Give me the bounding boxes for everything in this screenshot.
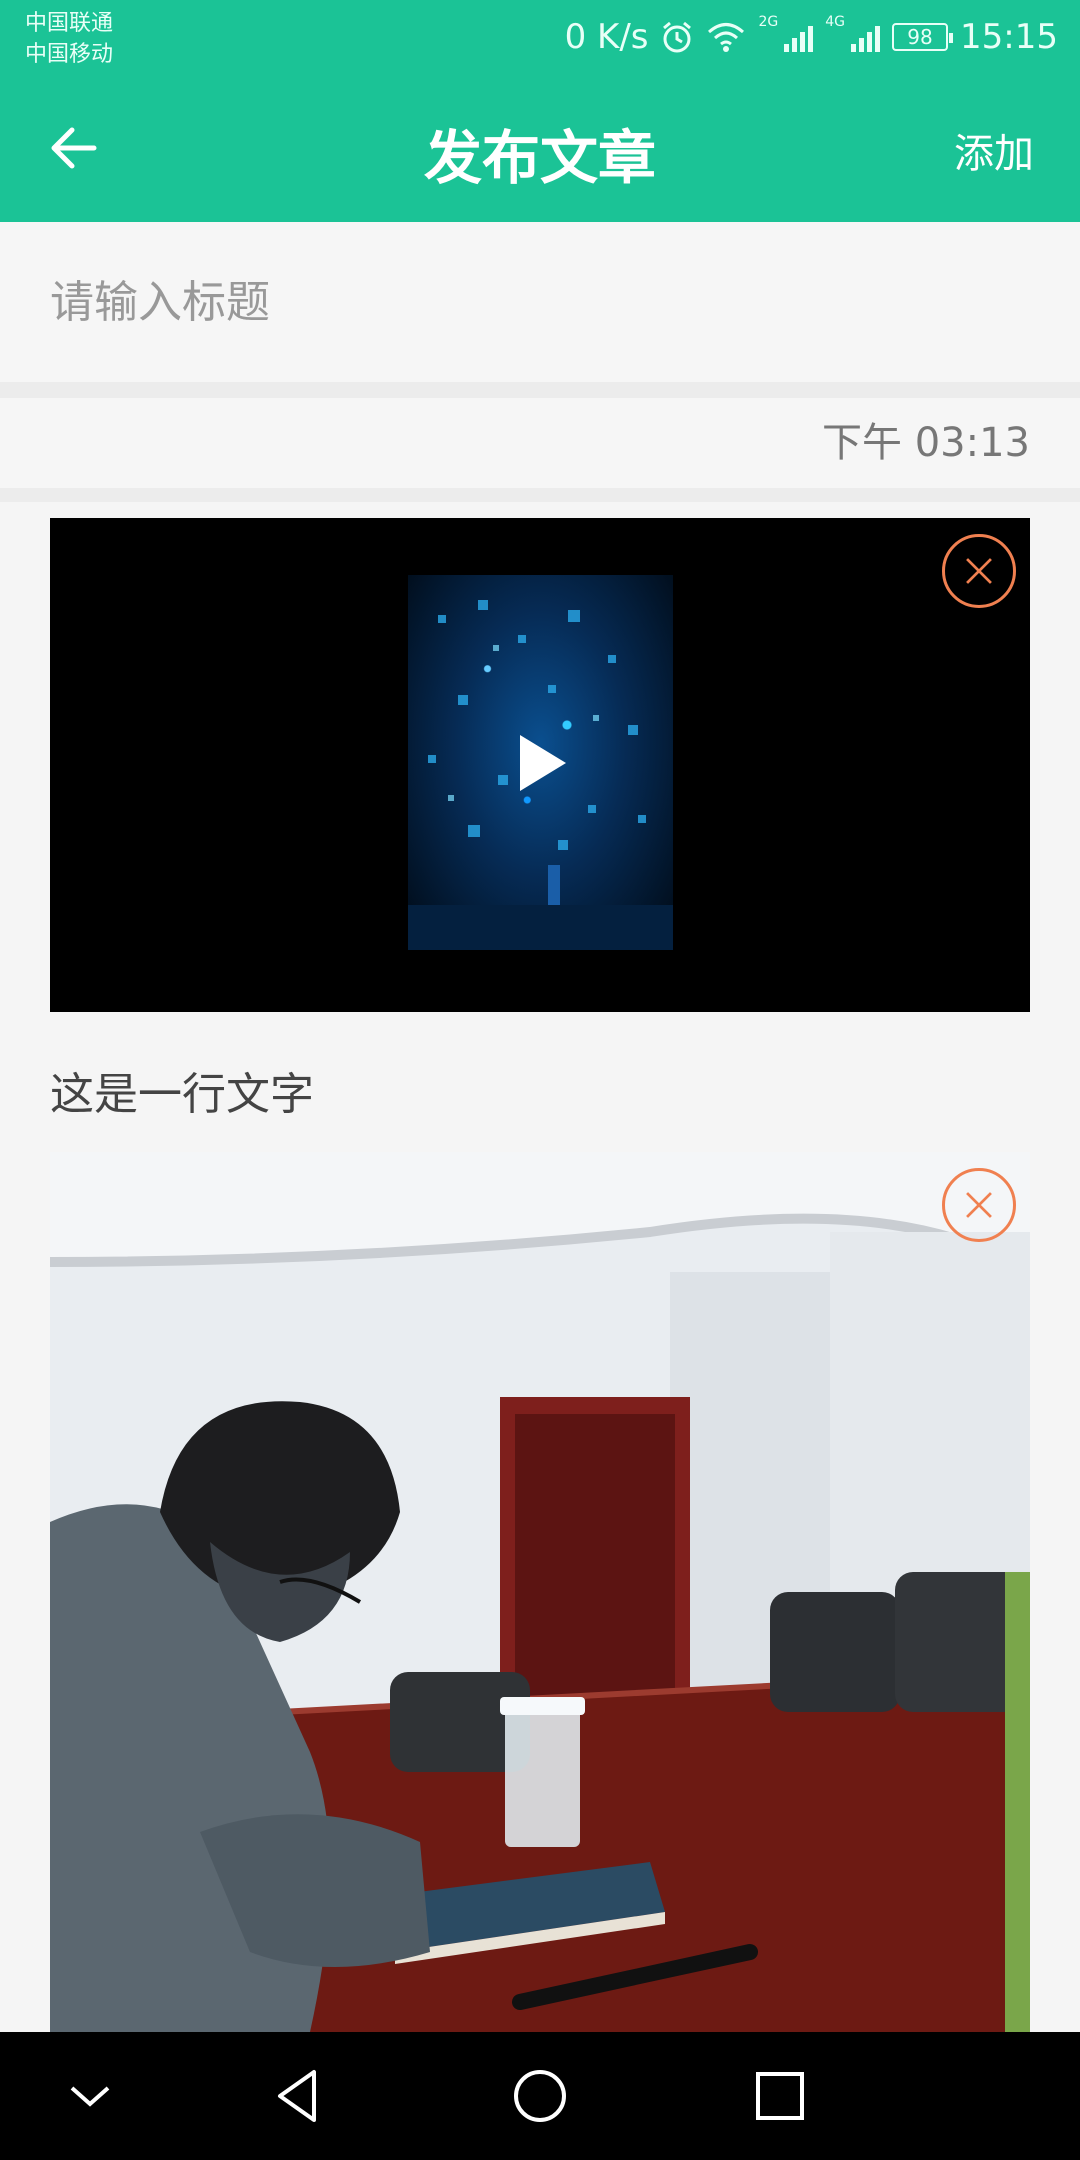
attached-photo — [50, 1152, 1030, 2032]
system-nav-bar — [0, 2032, 1080, 2160]
divider — [0, 382, 1080, 398]
signal-2g-label: 2G — [758, 14, 779, 30]
image-attachment[interactable] — [50, 1152, 1030, 2032]
battery-icon: 98 — [892, 23, 954, 51]
remove-image-button[interactable] — [942, 1168, 1016, 1242]
signal-4g-label: 4G — [825, 14, 846, 30]
alarm-icon — [663, 21, 692, 53]
time-row: 下午 03:13 — [0, 398, 1080, 488]
carrier-info: 中国联通 中国移动 — [25, 8, 113, 70]
signal-2g-icon — [784, 22, 814, 52]
recents-nav-button[interactable] — [748, 2064, 812, 2128]
status-icons: 0 K/s 2G 4G 98 15:15 — [565, 14, 1058, 60]
signal-4g-icon — [851, 22, 881, 52]
back-nav-button[interactable] — [268, 2064, 332, 2128]
app-toolbar: 发布文章 添加 — [0, 75, 1080, 222]
triangle-back-icon — [278, 2070, 316, 2122]
add-button[interactable]: 添加 — [954, 121, 1034, 179]
circle-home-icon — [514, 2070, 566, 2122]
close-icon — [966, 1192, 992, 1218]
square-recents-icon — [756, 2072, 804, 2120]
page-title: 发布文章 — [423, 124, 656, 192]
home-nav-button[interactable] — [508, 2064, 572, 2128]
carrier-2: 中国移动 — [25, 42, 114, 67]
status-bar: 中国联通 中国移动 0 K/s 2G 4G 98 15:15 — [0, 0, 1080, 75]
timestamp: 下午 03:13 — [822, 420, 1030, 466]
divider — [0, 488, 1080, 502]
title-input[interactable] — [0, 222, 1080, 382]
carrier-1: 中国联通 — [25, 11, 114, 36]
close-icon — [966, 558, 992, 584]
hide-nav-button[interactable] — [58, 2064, 122, 2128]
net-speed: 0 K/s — [564, 17, 649, 57]
video-thumbnail — [408, 575, 673, 950]
remove-video-button[interactable] — [942, 534, 1016, 608]
play-icon[interactable] — [520, 735, 566, 791]
clock: 15:15 — [960, 17, 1058, 57]
wifi-icon — [708, 23, 745, 52]
text-paragraph[interactable]: 这是一行文字 — [50, 1058, 314, 1122]
chevron-down-icon — [70, 2086, 110, 2107]
video-attachment[interactable] — [50, 518, 1030, 1012]
